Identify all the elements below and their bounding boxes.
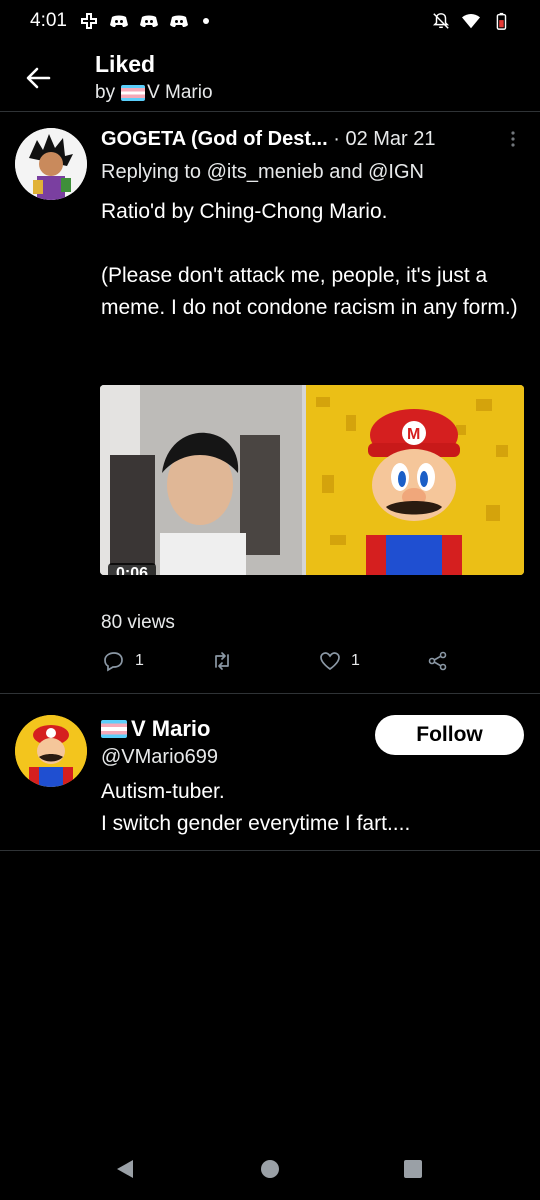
more-options-icon[interactable] bbox=[505, 128, 521, 150]
nav-recents-icon[interactable] bbox=[402, 1158, 424, 1180]
video-thumbnail[interactable]: M 0:06 bbox=[100, 385, 524, 575]
tweet-actions: 1 1 bbox=[101, 650, 521, 676]
discord-icon bbox=[169, 15, 188, 27]
battery-low-icon bbox=[496, 12, 507, 30]
system-nav-bar bbox=[0, 1140, 540, 1200]
heart-icon bbox=[320, 652, 340, 671]
notifications-off-icon bbox=[432, 13, 450, 29]
replying-to: Replying to @its_menieb and @IGN bbox=[101, 161, 424, 183]
back-button[interactable] bbox=[18, 60, 58, 96]
video-left-frame bbox=[100, 385, 302, 575]
reply-count: 1 bbox=[135, 652, 144, 669]
nav-home-icon[interactable] bbox=[259, 1158, 281, 1180]
discord-icon bbox=[139, 15, 158, 27]
share-button[interactable] bbox=[427, 650, 449, 672]
like-count: 1 bbox=[351, 652, 360, 669]
page-subtitle[interactable]: by V Mario bbox=[95, 82, 213, 104]
game-controller-icon bbox=[80, 13, 97, 29]
user-name[interactable]: V Mario bbox=[101, 716, 210, 742]
author-name[interactable]: GOGETA (God of Dest... bbox=[101, 128, 328, 150]
tweet[interactable]: GOGETA (God of Dest... · 02 Mar 21 Reply… bbox=[0, 114, 540, 694]
discord-icon bbox=[109, 15, 128, 27]
trans-flag-icon bbox=[121, 85, 146, 101]
retweet-button[interactable] bbox=[211, 650, 233, 672]
by-user-name: V Mario bbox=[147, 82, 213, 103]
wifi-icon bbox=[462, 14, 480, 29]
user-avatar-image bbox=[15, 715, 87, 787]
status-notification-icons bbox=[79, 11, 209, 31]
reply-button[interactable]: 1 bbox=[103, 650, 144, 672]
svg-text:M: M bbox=[407, 426, 420, 443]
arrow-left-icon bbox=[26, 67, 51, 89]
retweet-icon bbox=[215, 652, 229, 670]
tweet-header: GOGETA (God of Dest... · 02 Mar 21 bbox=[101, 128, 436, 151]
user-name-text: V Mario bbox=[131, 716, 211, 741]
user-avatar[interactable] bbox=[15, 715, 87, 787]
like-button[interactable]: 1 bbox=[319, 650, 360, 672]
author-avatar-image bbox=[15, 128, 87, 200]
user-card[interactable]: V Mario @VMario699 Autism-tuber. I switc… bbox=[0, 695, 540, 851]
status-system-icons bbox=[432, 12, 510, 30]
reply-icon bbox=[104, 652, 123, 672]
tweet-text: Ratio'd by Ching-Chong Mario. (Please do… bbox=[101, 200, 518, 319]
status-bar: 4:01 bbox=[0, 0, 540, 42]
header: Liked by V Mario bbox=[0, 46, 540, 112]
user-bio: Autism-tuber. I switch gender everytime … bbox=[101, 780, 411, 835]
view-count: 80 views bbox=[101, 612, 175, 633]
page-title: Liked bbox=[95, 51, 156, 77]
nav-back-icon[interactable] bbox=[114, 1158, 136, 1180]
status-time: 4:01 bbox=[30, 10, 67, 31]
share-icon bbox=[428, 651, 447, 671]
follow-button[interactable]: Follow bbox=[375, 715, 524, 755]
by-label: by bbox=[95, 82, 116, 103]
tweet-date: · 02 Mar 21 bbox=[333, 128, 436, 150]
user-handle: @VMario699 bbox=[101, 746, 219, 768]
author-avatar[interactable] bbox=[15, 128, 87, 200]
video-right-frame: M bbox=[306, 385, 524, 575]
video-duration: 0:06 bbox=[108, 563, 157, 575]
dot-icon bbox=[202, 18, 209, 24]
trans-flag-icon bbox=[101, 720, 127, 738]
